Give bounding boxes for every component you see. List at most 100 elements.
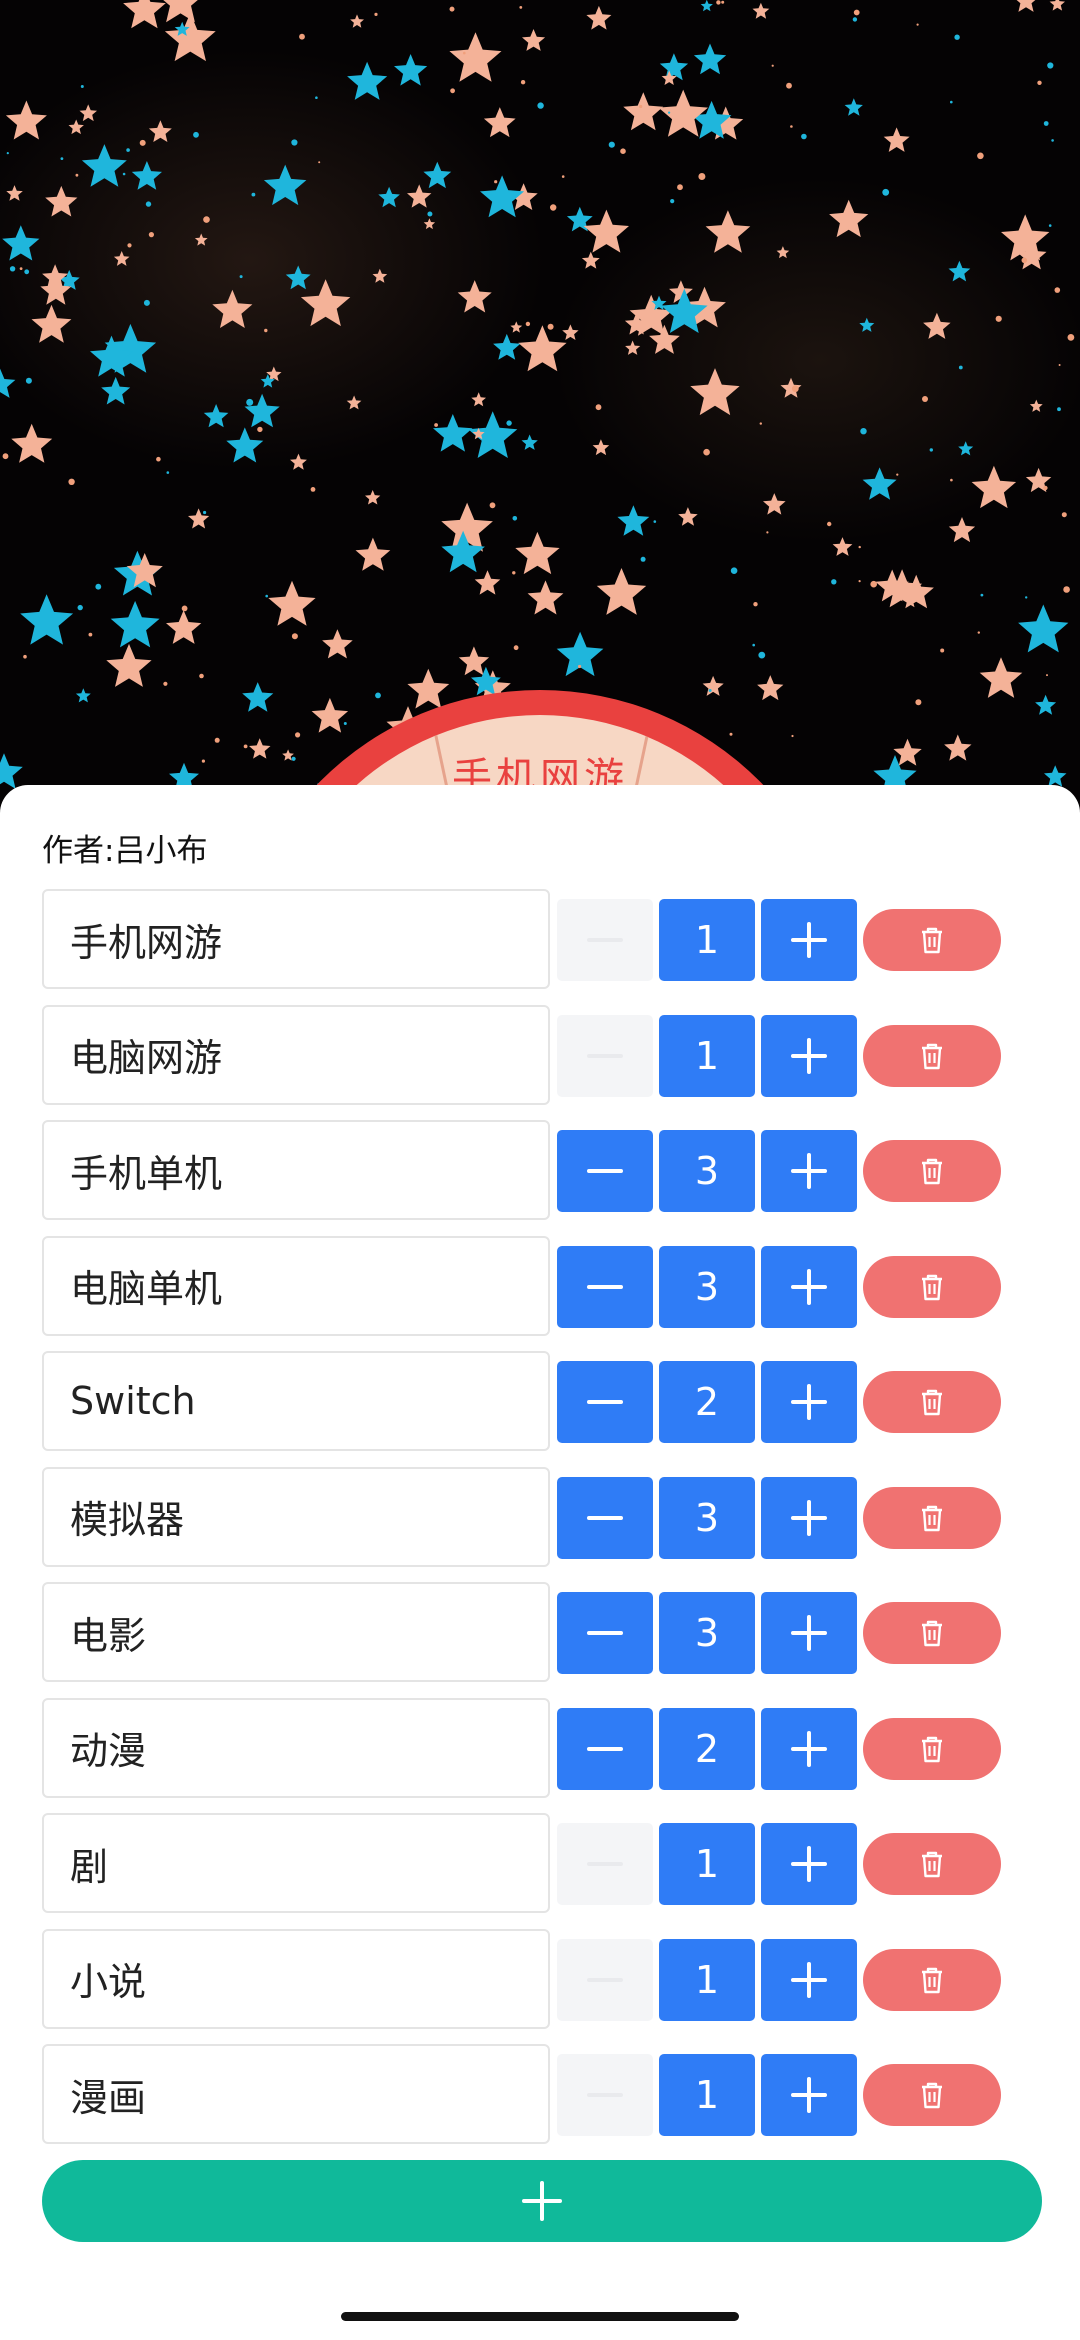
decrement-button[interactable] <box>557 1707 653 1790</box>
option-name-input[interactable] <box>42 1813 550 1913</box>
star-dot <box>143 299 150 306</box>
plus-icon-vertical <box>807 1384 811 1420</box>
option-name-input[interactable] <box>42 889 550 989</box>
star-dot <box>860 428 867 435</box>
add-option-button[interactable] <box>42 2160 1042 2242</box>
star-dot <box>148 232 154 238</box>
star-dot <box>547 323 554 330</box>
star-dot <box>786 82 792 89</box>
star <box>350 14 364 28</box>
star-dot <box>870 580 877 588</box>
delete-button[interactable] <box>863 2064 1001 2126</box>
decrement-button[interactable] <box>557 1014 653 1097</box>
star-dot <box>537 102 544 109</box>
star-dot <box>858 580 861 583</box>
option-row: 2 <box>42 1351 1042 1451</box>
minus-icon <box>587 1862 623 1866</box>
option-name-input[interactable] <box>42 2044 550 2144</box>
star <box>592 439 610 456</box>
increment-button[interactable] <box>761 2054 857 2136</box>
plus-icon-vertical <box>807 1037 811 1074</box>
home-indicator[interactable] <box>341 2312 739 2321</box>
star <box>110 600 160 648</box>
star <box>394 54 428 86</box>
star <box>527 580 564 615</box>
delete-button[interactable] <box>863 1486 1001 1549</box>
plus-icon-vertical <box>807 1730 811 1767</box>
decrement-button[interactable] <box>557 1938 653 2021</box>
star-dot <box>88 632 93 637</box>
weight-count: 3 <box>659 1130 755 1212</box>
decrement-button[interactable] <box>557 1245 653 1328</box>
decrement-button[interactable] <box>557 1361 653 1443</box>
star-dot <box>310 487 316 492</box>
star-dot <box>318 161 321 164</box>
decrement-button[interactable] <box>557 899 653 981</box>
increment-button[interactable] <box>761 1245 857 1328</box>
star <box>203 404 229 428</box>
star-dot <box>896 473 899 476</box>
option-name-input[interactable] <box>42 1004 550 1105</box>
star <box>106 643 152 687</box>
star-dot <box>954 34 960 40</box>
star-dot <box>203 510 207 515</box>
star <box>979 657 1023 698</box>
delete-button[interactable] <box>863 1255 1001 1318</box>
star-dot <box>653 520 657 523</box>
increment-button[interactable] <box>761 1476 857 1559</box>
option-name-input[interactable] <box>42 1582 550 1682</box>
weight-count: 1 <box>659 2054 755 2136</box>
option-name-input[interactable] <box>42 1235 550 1336</box>
increment-button[interactable] <box>761 1014 857 1097</box>
decrement-button[interactable] <box>557 1592 653 1674</box>
decrement-button[interactable] <box>557 1476 653 1559</box>
delete-button[interactable] <box>863 1717 1001 1780</box>
option-name-input[interactable] <box>42 1928 550 2029</box>
delete-button[interactable] <box>863 1602 1001 1664</box>
star <box>423 161 452 189</box>
star-dot <box>595 404 602 411</box>
star <box>322 629 353 659</box>
star <box>483 107 516 138</box>
decrement-button[interactable] <box>557 1823 653 1905</box>
increment-button[interactable] <box>761 1938 857 2021</box>
star <box>948 260 971 282</box>
increment-button[interactable] <box>761 1361 857 1443</box>
star <box>365 490 381 505</box>
minus-icon <box>587 2093 623 2097</box>
option-name-input[interactable] <box>42 1466 550 1567</box>
star-dot <box>214 737 220 743</box>
star-dot <box>315 96 318 99</box>
star-dot <box>716 0 721 5</box>
decrement-button[interactable] <box>557 2054 653 2136</box>
increment-button[interactable] <box>761 1130 857 1212</box>
delete-button[interactable] <box>863 1833 1001 1895</box>
star <box>1049 0 1065 11</box>
increment-button[interactable] <box>761 899 857 981</box>
delete-button[interactable] <box>863 1024 1001 1087</box>
star-dot <box>1037 80 1042 86</box>
star <box>45 185 78 217</box>
star-dot <box>1051 139 1054 142</box>
trash-icon <box>919 1156 945 1186</box>
option-name-input[interactable] <box>42 1697 550 1798</box>
increment-button[interactable] <box>761 1592 857 1674</box>
star-dot <box>729 732 733 736</box>
decrement-button[interactable] <box>557 1130 653 1212</box>
delete-button[interactable] <box>863 1371 1001 1433</box>
star-dot <box>827 521 832 527</box>
delete-button[interactable] <box>863 909 1001 971</box>
increment-button[interactable] <box>761 1823 857 1905</box>
plus-icon-vertical <box>807 2077 811 2113</box>
star <box>474 570 501 595</box>
delete-button[interactable] <box>863 1948 1001 2011</box>
star <box>300 279 351 327</box>
star-dot <box>831 579 837 585</box>
option-row: 1 <box>42 2044 1042 2144</box>
option-name-input[interactable] <box>42 1351 550 1451</box>
increment-button[interactable] <box>761 1707 857 1790</box>
star-dot <box>243 744 248 749</box>
star-dot <box>922 396 928 402</box>
option-name-input[interactable] <box>42 1120 550 1220</box>
delete-button[interactable] <box>863 1140 1001 1202</box>
